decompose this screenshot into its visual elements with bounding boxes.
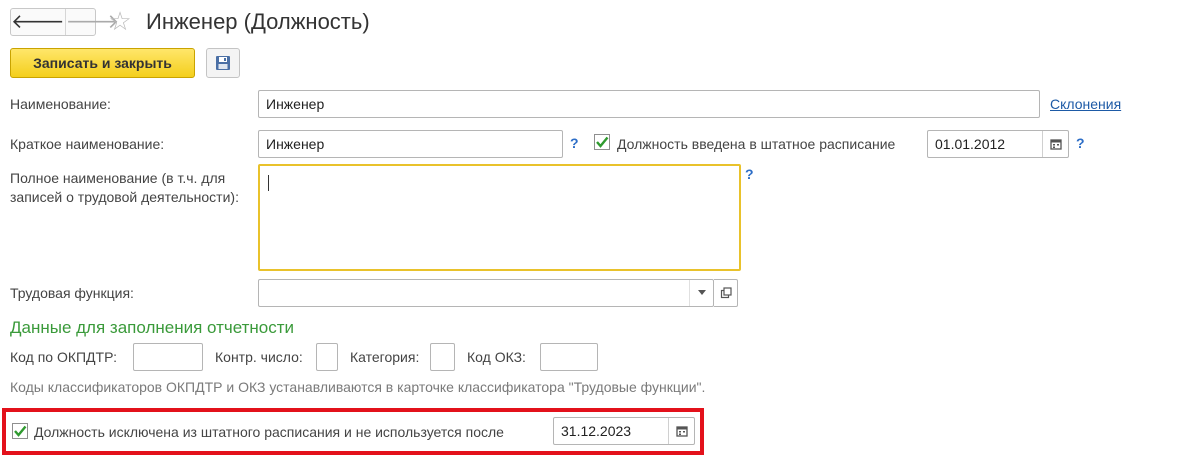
excluded-date-input[interactable]: 31.12.2023 xyxy=(553,417,695,445)
full-name-label-line2: записей о трудовой деятельности): xyxy=(10,189,239,205)
in-staff-checkbox[interactable] xyxy=(594,134,610,150)
full-name-textarea[interactable] xyxy=(258,164,741,271)
checkmark-icon xyxy=(596,136,609,148)
open-window-icon xyxy=(720,287,732,299)
floppy-disk-icon xyxy=(216,56,230,70)
in-staff-label: Должность введена в штатное расписание xyxy=(617,136,896,152)
labor-function-select[interactable] xyxy=(258,279,714,307)
calendar-icon[interactable] xyxy=(1042,131,1068,157)
okz-input[interactable] xyxy=(540,343,598,371)
classifier-hint: Коды классификаторов ОКПДТР и ОКЗ устана… xyxy=(10,379,706,395)
full-name-help-icon[interactable]: ? xyxy=(745,166,754,182)
short-name-help-icon[interactable]: ? xyxy=(570,135,579,151)
excluded-label: Должность исключена из штатного расписан… xyxy=(34,424,504,440)
category-label: Категория: xyxy=(350,349,420,365)
name-label: Наименование: xyxy=(10,96,111,112)
category-input[interactable] xyxy=(430,343,455,371)
okz-label: Код ОКЗ: xyxy=(467,349,526,365)
control-number-input[interactable] xyxy=(316,343,338,371)
okpdtr-label: Код по ОКПДТР: xyxy=(10,349,118,365)
open-item-button[interactable] xyxy=(714,279,738,307)
okpdtr-input[interactable] xyxy=(133,343,203,371)
calendar-icon[interactable] xyxy=(668,418,694,444)
in-staff-help-icon[interactable]: ? xyxy=(1076,135,1085,151)
save-and-close-button[interactable]: Записать и закрыть xyxy=(10,48,195,78)
in-staff-date-value: 01.01.2012 xyxy=(935,136,1006,152)
declensions-link[interactable]: Склонения xyxy=(1050,96,1121,112)
name-input[interactable]: Инженер xyxy=(258,90,1040,118)
navigation-buttons: 🡐 🡒 xyxy=(10,8,119,36)
short-name-label: Краткое наименование: xyxy=(10,136,165,152)
control-number-label: Контр. число: xyxy=(215,349,303,365)
excluded-date-value: 31.12.2023 xyxy=(561,423,632,439)
text-cursor xyxy=(268,175,269,191)
page-title: Инженер (Должность) xyxy=(146,9,370,34)
full-name-label-line1: Полное наименование (в т.ч. для xyxy=(10,170,226,186)
labor-function-label: Трудовая функция: xyxy=(10,285,134,301)
back-arrow-icon[interactable]: 🡐 xyxy=(11,9,66,35)
short-name-input[interactable]: Инженер xyxy=(258,130,563,158)
save-button[interactable] xyxy=(206,48,240,78)
reporting-section-title: Данные для заполнения отчетности xyxy=(10,318,295,337)
favorite-star-icon[interactable]: ☆ xyxy=(106,6,134,36)
excluded-checkbox[interactable] xyxy=(12,423,28,439)
checkmark-icon xyxy=(14,425,27,437)
in-staff-date-input[interactable]: 01.01.2012 xyxy=(927,130,1069,158)
dropdown-arrow-icon[interactable] xyxy=(689,280,713,306)
